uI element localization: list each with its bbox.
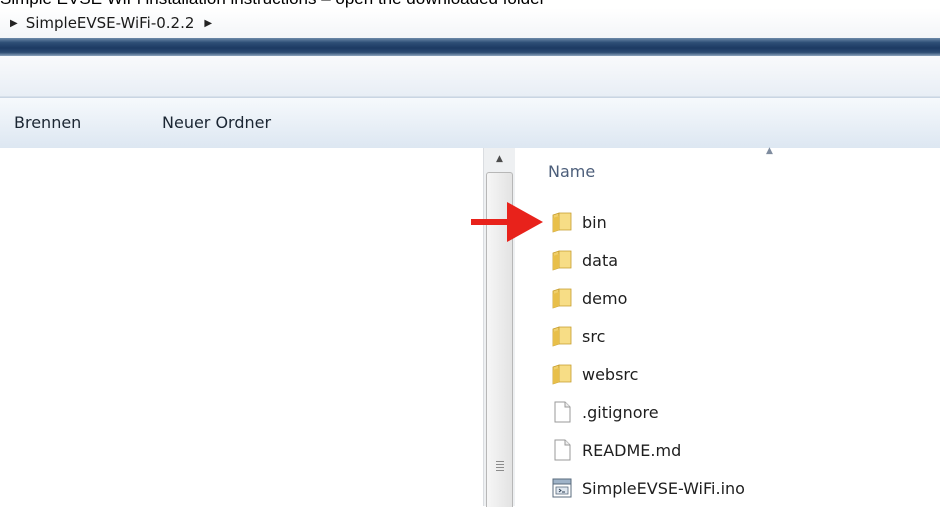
window-title-band [0,38,940,56]
list-item-bin[interactable]: bin [550,206,607,238]
column-header-name[interactable]: ▲ Name [515,146,940,196]
file-list-pane: ▲ Name bin data demo src websrc .gitigno… [515,146,940,506]
folder-icon [552,288,572,309]
list-item-gitignore[interactable]: .gitignore [550,396,659,428]
scrollbar-grip-icon [496,461,504,471]
burn-button[interactable]: Brennen [10,111,85,134]
new-folder-button[interactable]: Neuer Ordner [158,111,275,134]
cropped-header-text: Simple EVSE WiFi installation instructio… [0,0,940,8]
folder-icon [552,212,572,233]
scroll-up-arrow-icon[interactable]: ▲ [484,148,515,170]
command-toolbar: Brennen Neuer Ordner [0,97,940,149]
list-item-src[interactable]: src [550,320,605,352]
address-strip [0,56,940,97]
folder-icon [552,250,572,271]
navigation-pane[interactable] [0,148,483,506]
list-item-label: websrc [582,364,639,384]
list-item-ino[interactable]: SimpleEVSE-WiFi.ino [550,472,745,504]
file-icon [554,401,571,423]
breadcrumb-expand-icon[interactable]: ▶ [10,18,18,29]
sort-ascending-icon: ▲ [766,146,773,156]
list-item-label: README.md [582,440,682,460]
folder-icon [552,364,572,385]
list-item-demo[interactable]: demo [550,282,627,314]
list-item-websrc[interactable]: websrc [550,358,638,390]
folder-icon [552,326,572,347]
column-header-label: Name [548,162,596,181]
breadcrumb-chevron-icon[interactable]: ▶ [204,18,212,29]
list-item-label: bin [582,212,607,232]
list-item-readme[interactable]: README.md [550,434,681,466]
list-item-label: SimpleEVSE-WiFi.ino [582,478,745,498]
breadcrumb-folder-label[interactable]: SimpleEVSE-WiFi-0.2.2 [26,14,195,32]
list-item-label: src [582,326,606,346]
list-item-label: .gitignore [582,402,659,422]
file-icon [554,439,571,461]
ino-file-icon [552,478,572,498]
list-item-data[interactable]: data [550,244,618,276]
list-item-label: demo [582,288,628,308]
list-item-label: data [582,250,619,270]
breadcrumb[interactable]: ▶ SimpleEVSE-WiFi-0.2.2 ▶ [0,8,940,38]
red-arrow-annotation [471,202,543,242]
